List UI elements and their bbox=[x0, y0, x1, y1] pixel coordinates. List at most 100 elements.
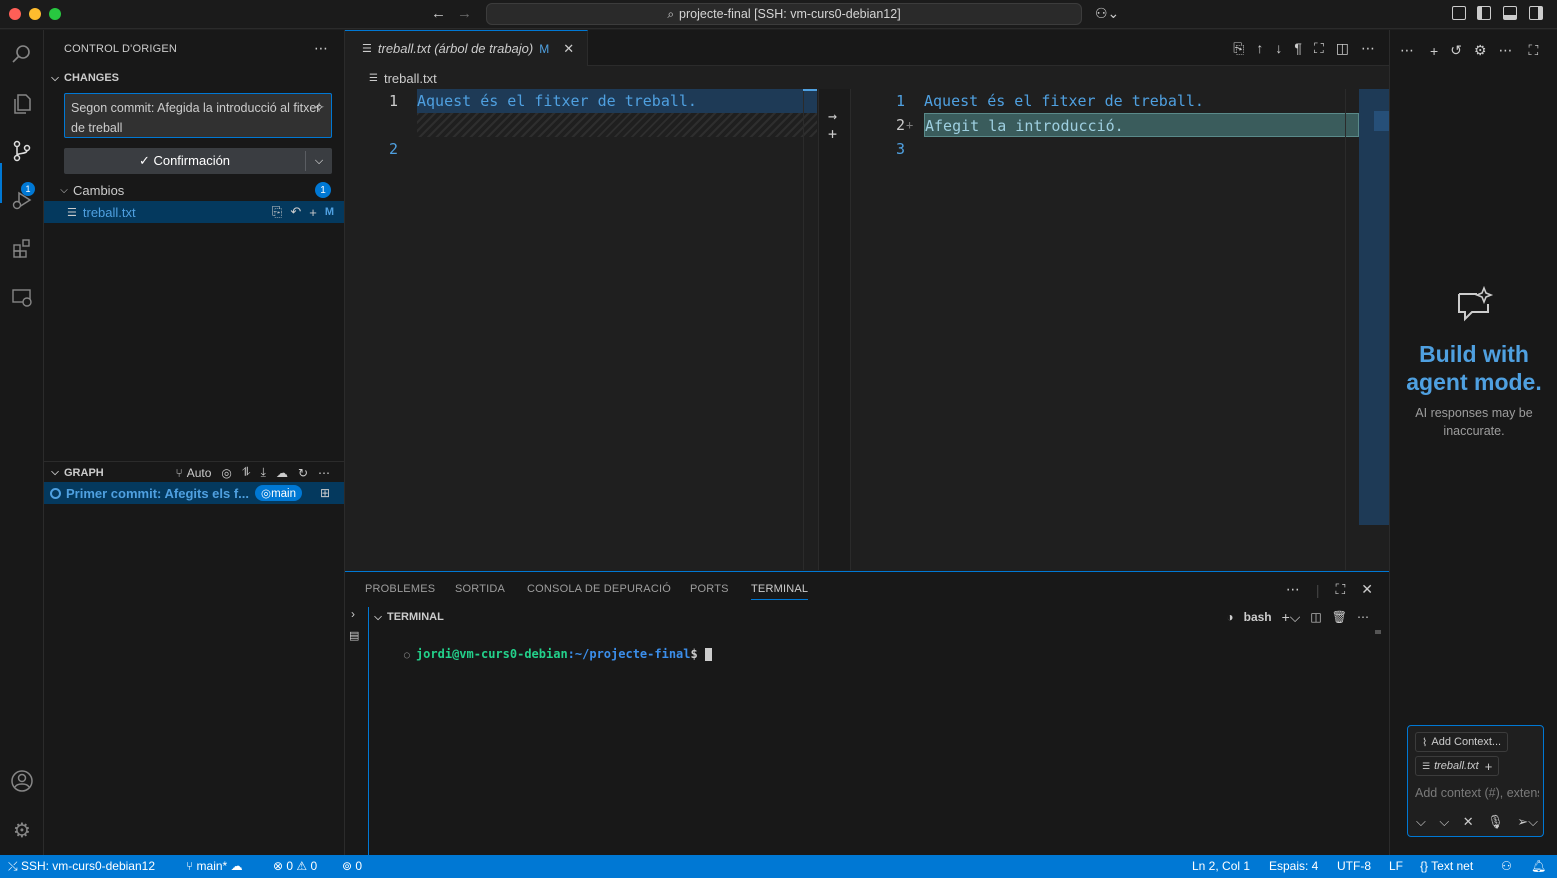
sync-icon[interactable]: ☁ bbox=[227, 859, 243, 873]
commit-button[interactable]: ✓ Confirmación ⌵ bbox=[64, 148, 332, 174]
problems-indicator[interactable]: ⊗ 0 ⚠ 0 bbox=[273, 859, 317, 873]
terminal-header[interactable]: ⌵ TERMINAL ◑ bash +⌵ ◫ 🗑 ⋯ bbox=[369, 607, 1379, 627]
map-icon[interactable]: ⛶ bbox=[1314, 40, 1324, 57]
more-actions-icon[interactable]: ⋯ bbox=[1361, 40, 1375, 57]
account-icon[interactable] bbox=[8, 767, 36, 795]
breadcrumb[interactable]: ☰ treball.txt bbox=[345, 67, 1389, 89]
remote-explorer-icon[interactable] bbox=[8, 283, 36, 311]
split-editor-icon[interactable]: ◫ bbox=[1336, 40, 1349, 57]
changed-file-row[interactable]: ☰ treball.txt ⎘ ↶ + M bbox=[44, 201, 344, 223]
back-arrow-icon[interactable]: ← bbox=[431, 5, 446, 22]
add-context-button[interactable]: ⌇ Add Context... bbox=[1415, 732, 1509, 752]
shell-name[interactable]: bash bbox=[1244, 610, 1272, 624]
toggle-primary-sidebar-icon[interactable] bbox=[1477, 6, 1491, 20]
command-center[interactable]: ⌕ projecte-final [SSH: vm-curs0-debian12… bbox=[486, 3, 1082, 25]
context-file-chip[interactable]: ☰ treball.txt + bbox=[1415, 756, 1500, 776]
search-icon[interactable] bbox=[8, 40, 36, 68]
explorer-icon[interactable] bbox=[8, 90, 36, 118]
chat-input-placeholder[interactable]: Add context (#), extensions (@), command… bbox=[1415, 786, 1539, 800]
chat-input-box[interactable]: ⌇ Add Context... ☰ treball.txt + Add con… bbox=[1407, 725, 1544, 837]
close-icon[interactable]: ✕ bbox=[563, 41, 574, 57]
copilot-icon[interactable]: ⚇⌄ bbox=[1095, 5, 1119, 22]
cursor-position[interactable]: Ln 2, Col 1 bbox=[1192, 859, 1250, 873]
manage-gear-icon[interactable]: ⚙ bbox=[8, 816, 36, 844]
ports-indicator[interactable]: ⊚ 0 bbox=[342, 859, 362, 873]
new-chat-icon[interactable]: + bbox=[1430, 43, 1438, 59]
sparkle-icon[interactable]: ✧ bbox=[313, 97, 325, 117]
add-icon[interactable]: + bbox=[828, 125, 837, 143]
chevron-down-icon[interactable]: ⌵ bbox=[306, 155, 332, 168]
source-control-icon[interactable] bbox=[8, 137, 36, 165]
overview-ruler[interactable] bbox=[1359, 89, 1389, 525]
customize-layout-icon[interactable] bbox=[1452, 6, 1466, 20]
changes-section-header[interactable]: ⌵ CHANGES bbox=[44, 67, 344, 89]
open-changes-icon[interactable]: ⊞ bbox=[320, 486, 330, 500]
overview-thumb[interactable] bbox=[1374, 111, 1389, 131]
maximize-panel-icon[interactable]: ⛶ bbox=[1335, 581, 1345, 598]
remote-indicator[interactable]: ⤯ SSH: vm-curs0-debian12 bbox=[8, 859, 155, 874]
graph-commit-row[interactable]: Primer commit: Afegits els f... ◎main ⊞ bbox=[44, 482, 344, 504]
new-terminal-icon[interactable]: +⌵ bbox=[1282, 609, 1301, 626]
copilot-status-icon[interactable]: ⚇ bbox=[1501, 859, 1512, 873]
panel-tab-debug-console[interactable]: CONSOLA DE DEPURACIÓ bbox=[527, 583, 671, 595]
code-line-added[interactable]: Afegit la introducció. bbox=[924, 113, 1359, 137]
open-file-icon[interactable]: ⎘ bbox=[1233, 40, 1244, 57]
send-icon[interactable]: ➢⌵ bbox=[1517, 814, 1538, 830]
revert-arrow-icon[interactable]: → bbox=[828, 107, 837, 125]
panel-tab-output[interactable]: SORTIDA bbox=[455, 583, 505, 595]
panel-tab-terminal[interactable]: TERMINAL bbox=[751, 583, 809, 600]
gear-icon[interactable]: ⚙ bbox=[1474, 42, 1487, 59]
previous-change-icon[interactable]: ↑ bbox=[1256, 40, 1263, 57]
forward-arrow-icon[interactable]: → bbox=[457, 5, 472, 22]
left-scrollbar[interactable] bbox=[803, 89, 817, 570]
right-scrollbar[interactable] bbox=[1345, 89, 1359, 570]
history-icon[interactable]: ↺ bbox=[1450, 42, 1462, 59]
refresh-icon[interactable]: ↻ bbox=[298, 466, 308, 480]
panel-tab-problems[interactable]: PROBLEMES bbox=[365, 583, 435, 595]
diff-editor[interactable]: 1 Aquest és el fitxer de treball. 2 → + … bbox=[345, 89, 1389, 570]
tools-icon[interactable]: ✕ bbox=[1463, 814, 1474, 830]
close-window-button[interactable] bbox=[9, 8, 21, 20]
graph-section-header[interactable]: ⌵ GRAPH ⑂ Auto ◎ ⥮ ⤓ ☁ ↻ ⋯ bbox=[44, 461, 344, 483]
open-file-icon[interactable]: ⎘ bbox=[272, 204, 282, 220]
code-line[interactable]: Aquest és el fitxer de treball. bbox=[924, 89, 1204, 113]
commit-message-input[interactable]: Segon commit: Afegida la introducció al … bbox=[64, 93, 332, 138]
toggle-secondary-sidebar-icon[interactable] bbox=[1529, 6, 1543, 20]
panel-tab-ports[interactable]: PORTS bbox=[690, 583, 729, 595]
notifications-bell-icon[interactable]: 🔔︎ bbox=[1531, 859, 1546, 873]
maximize-window-button[interactable] bbox=[49, 8, 61, 20]
more-actions-icon[interactable]: ⋯ bbox=[314, 40, 328, 57]
maximize-icon[interactable]: ⛶ bbox=[1528, 42, 1538, 59]
add-icon[interactable]: + bbox=[1485, 759, 1493, 774]
run-debug-icon[interactable] bbox=[8, 186, 36, 214]
encoding[interactable]: UTF-8 bbox=[1337, 859, 1371, 873]
chevron-right-icon[interactable]: › bbox=[351, 607, 355, 621]
graph-auto-label[interactable]: Auto bbox=[187, 466, 212, 480]
more-actions-icon[interactable]: ⋯ bbox=[1286, 581, 1300, 598]
close-panel-icon[interactable]: ✕ bbox=[1361, 581, 1373, 598]
code-line[interactable]: Aquest és el fitxer de treball. bbox=[417, 89, 817, 113]
trash-icon[interactable]: 🗑 bbox=[1332, 610, 1347, 624]
tab-treball-diff[interactable]: ☰ treball.txt (árbol de trabajo) M ✕ bbox=[345, 30, 588, 66]
stage-changes-icon[interactable]: + bbox=[309, 205, 317, 220]
branch-indicator[interactable]: ⑂ main* ☁ bbox=[186, 859, 243, 873]
discard-changes-icon[interactable]: ↶ bbox=[290, 204, 301, 220]
more-actions-icon[interactable]: ⋯ bbox=[1357, 610, 1369, 624]
microphone-icon[interactable]: 🎙 bbox=[1487, 814, 1504, 830]
model-dropdown-icon[interactable]: ⌵ bbox=[1439, 814, 1449, 830]
more-actions-icon[interactable]: ⋯ bbox=[318, 466, 330, 480]
show-whitespace-icon[interactable]: ¶ bbox=[1294, 40, 1302, 57]
more-actions-icon[interactable]: ⋯ bbox=[1400, 42, 1414, 59]
toggle-panel-icon[interactable] bbox=[1503, 6, 1517, 20]
indentation[interactable]: Espais: 4 bbox=[1269, 859, 1318, 873]
language-mode[interactable]: {} Text net bbox=[1420, 859, 1473, 873]
split-terminal-icon[interactable]: ◫ bbox=[1310, 610, 1321, 624]
pull-icon[interactable]: ⤓ bbox=[261, 465, 266, 480]
changes-group-row[interactable]: ⌵ Cambios 1 bbox=[44, 179, 344, 201]
extensions-icon[interactable] bbox=[8, 234, 36, 262]
target-icon[interactable]: ◎ bbox=[221, 466, 231, 480]
terminal-output[interactable]: ○ jordi@vm-curs0-debian:~/projecte-final… bbox=[375, 630, 712, 680]
terminal-book-icon[interactable]: ▤ bbox=[349, 629, 359, 642]
push-icon[interactable]: ☁ bbox=[276, 466, 288, 480]
next-change-icon[interactable]: ↓ bbox=[1275, 40, 1282, 57]
